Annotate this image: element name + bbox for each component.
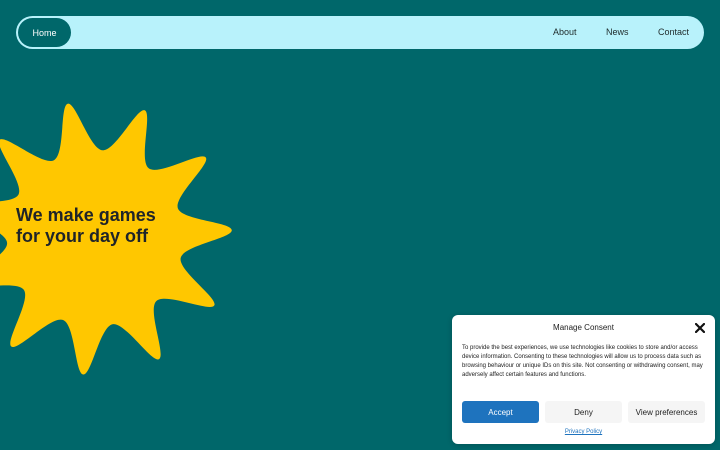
view-preferences-button[interactable]: View preferences	[628, 401, 705, 423]
nav-link-about[interactable]: About	[553, 16, 577, 49]
nav-home-button[interactable]: Home	[18, 18, 71, 47]
deny-button[interactable]: Deny	[545, 401, 622, 423]
nav-link-contact[interactable]: Contact	[658, 16, 689, 49]
privacy-policy-link[interactable]: Privacy Policy	[452, 429, 715, 435]
nav-link-news[interactable]: News	[606, 16, 629, 49]
consent-dialog: Manage Consent To provide the best exper…	[452, 315, 715, 444]
accept-button[interactable]: Accept	[462, 401, 539, 423]
close-icon[interactable]	[693, 321, 707, 335]
hero-title: We make games for your day off	[16, 205, 156, 246]
top-navigation: Home About News Contact	[16, 16, 704, 49]
consent-text: To provide the best experiences, we use …	[462, 345, 703, 378]
consent-title: Manage Consent	[553, 323, 614, 332]
